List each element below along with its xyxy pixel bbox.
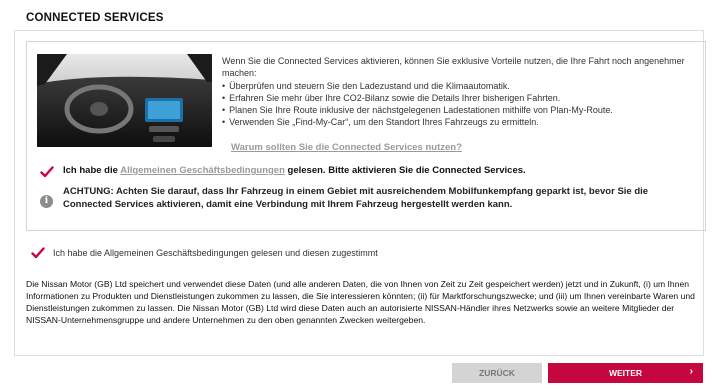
agree-label: Ich habe die Allgemeinen Geschäftsbeding… [53, 248, 378, 258]
benefits-list: Überprüfen und steuern Sie den Ladezusta… [222, 80, 692, 128]
car-dashboard-image [37, 54, 212, 147]
intro-text: Wenn Sie die Connected Services aktivier… [222, 56, 685, 78]
checkmark-icon [40, 166, 54, 178]
agree-checkbox[interactable] [30, 245, 46, 261]
why-connected-services-link[interactable]: Warum sollten Sie die Connected Services… [231, 142, 462, 153]
benefit-item: Verwenden Sie „Find-My-Car“, um den Stan… [222, 116, 692, 128]
terms-checkbox[interactable] [39, 164, 55, 180]
back-button[interactable]: ZURÜCK [452, 363, 542, 383]
next-button[interactable]: WEITER › [548, 363, 703, 383]
terms-label: Ich habe die Allgemeinen Geschäftsbeding… [63, 165, 526, 176]
page-title: CONNECTED SERVICES [26, 12, 164, 24]
terms-link[interactable]: Allgemeinen Geschäftsbedingungen [120, 165, 285, 176]
checkmark-icon [31, 247, 45, 259]
privacy-notice: Die Nissan Motor (GB) Ltd speichert und … [26, 279, 695, 325]
terms-prefix: Ich habe die [63, 165, 121, 176]
info-icon: i [40, 195, 53, 208]
benefit-item: Planen Sie Ihre Route inklusive der näch… [222, 104, 692, 116]
benefit-item: Erfahren Sie mehr über Ihre CO2-Bilanz s… [222, 92, 692, 104]
chevron-right-icon: › [689, 366, 693, 377]
next-button-label: WEITER [608, 368, 643, 378]
terms-suffix: gelesen. Bitte aktivieren Sie die Connec… [284, 165, 526, 176]
connected-services-page: CONNECTED SERVICES Wenn Sie die Connecte… [0, 0, 715, 389]
benefit-item: Überprüfen und steuern Sie den Ladezusta… [222, 80, 692, 92]
warning-text: ACHTUNG: Achten Sie darauf, dass Ihr Fah… [63, 186, 649, 210]
